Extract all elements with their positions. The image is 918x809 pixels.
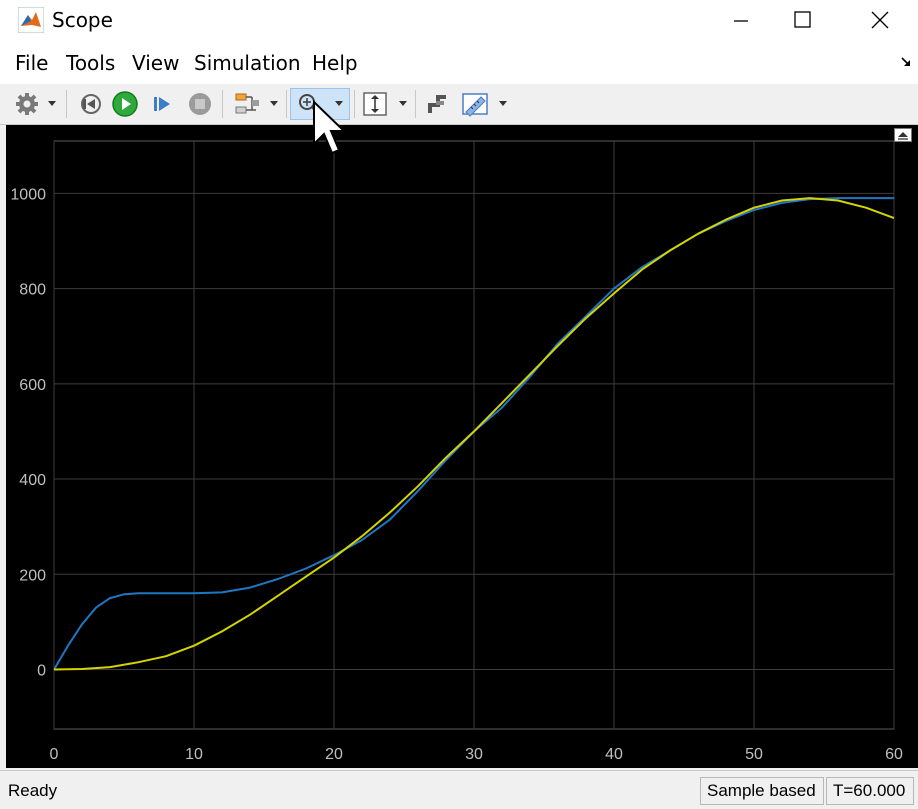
scope-display[interactable]: 0 10 20 30 40 50 60 0 200 400 600 800 1000 <box>6 125 918 768</box>
matlab-icon <box>18 7 44 33</box>
configuration-dropdown[interactable] <box>46 88 58 120</box>
chevron-down-icon <box>499 101 507 106</box>
y-tick-label: 600 <box>19 377 46 394</box>
x-tick-label: 20 <box>325 746 343 763</box>
toolbar-separator <box>415 90 416 118</box>
toolbar <box>0 84 918 125</box>
y-tick-label: 1000 <box>10 186 46 203</box>
scale-axes-button[interactable] <box>360 88 390 120</box>
x-tick-label: 30 <box>465 746 483 763</box>
chevron-down-icon <box>270 101 278 106</box>
undock-axes-icon[interactable] <box>894 128 912 142</box>
configuration-button[interactable] <box>12 88 42 120</box>
run-icon <box>112 91 138 117</box>
menu-file[interactable]: File <box>15 51 48 75</box>
maximize-button[interactable] <box>780 0 826 40</box>
stop-icon <box>189 93 211 115</box>
window-title: Scope <box>52 8 113 32</box>
title-bar: Scope <box>0 0 918 40</box>
toolbar-separator <box>66 90 67 118</box>
menu-bar: File Tools View Simulation Help <box>0 40 918 85</box>
chevron-down-icon <box>399 101 407 106</box>
step-back-icon <box>81 94 101 114</box>
run-button[interactable] <box>110 88 140 120</box>
time-indicator: T=60.000 <box>826 777 914 805</box>
minimize-button[interactable] <box>718 0 764 40</box>
toolbar-separator <box>354 90 355 118</box>
scope-chart[interactable]: 0 10 20 30 40 50 6002004006008001000 <box>6 125 918 768</box>
menu-tools[interactable]: Tools <box>66 51 115 75</box>
y-tick-label: 800 <box>19 282 46 299</box>
step-forward-icon <box>154 97 170 111</box>
scale-axes-dropdown[interactable] <box>397 88 409 120</box>
measurement-icon <box>462 93 488 117</box>
x-tick-label: 50 <box>745 746 763 763</box>
toolbar-separator <box>222 90 223 118</box>
step-back-button[interactable] <box>76 88 104 120</box>
menu-simulation[interactable]: Simulation <box>194 51 301 75</box>
step-forward-button[interactable] <box>148 88 176 120</box>
close-button[interactable] <box>857 0 903 40</box>
y-tick-label: 400 <box>19 472 46 489</box>
measurement-dropdown[interactable] <box>497 88 509 120</box>
status-bar: Ready Sample based T=60.000 <box>0 770 918 809</box>
x-tick-label: 0 <box>50 746 59 763</box>
maximize-icon <box>794 11 811 28</box>
signal-selection-button[interactable] <box>232 88 262 120</box>
highlight-block-button[interactable] <box>422 88 452 120</box>
x-tick-label: 10 <box>185 746 203 763</box>
x-tick-label: 60 <box>885 746 903 763</box>
highlight-block-icon <box>428 95 446 113</box>
scale-axes-icon <box>363 92 387 116</box>
mouse-cursor <box>313 100 346 155</box>
toolbar-separator <box>286 90 287 118</box>
y-tick-label: 0 <box>37 662 46 679</box>
gear-icon <box>16 93 38 115</box>
sample-mode-indicator: Sample based <box>700 777 824 805</box>
signal-selection-dropdown[interactable] <box>268 88 280 120</box>
status-text: Ready <box>8 781 58 800</box>
y-tick-label: 200 <box>19 567 46 584</box>
menu-view[interactable]: View <box>132 51 179 75</box>
chevron-down-icon <box>48 101 56 106</box>
minimize-icon <box>734 20 748 22</box>
measurement-button[interactable] <box>460 88 490 120</box>
close-icon <box>871 11 889 29</box>
dock-arrow-icon[interactable] <box>900 56 912 68</box>
x-tick-label: 40 <box>605 746 623 763</box>
stop-button[interactable] <box>186 88 214 120</box>
menu-help[interactable]: Help <box>312 51 358 75</box>
signal-selection-icon <box>235 93 259 114</box>
